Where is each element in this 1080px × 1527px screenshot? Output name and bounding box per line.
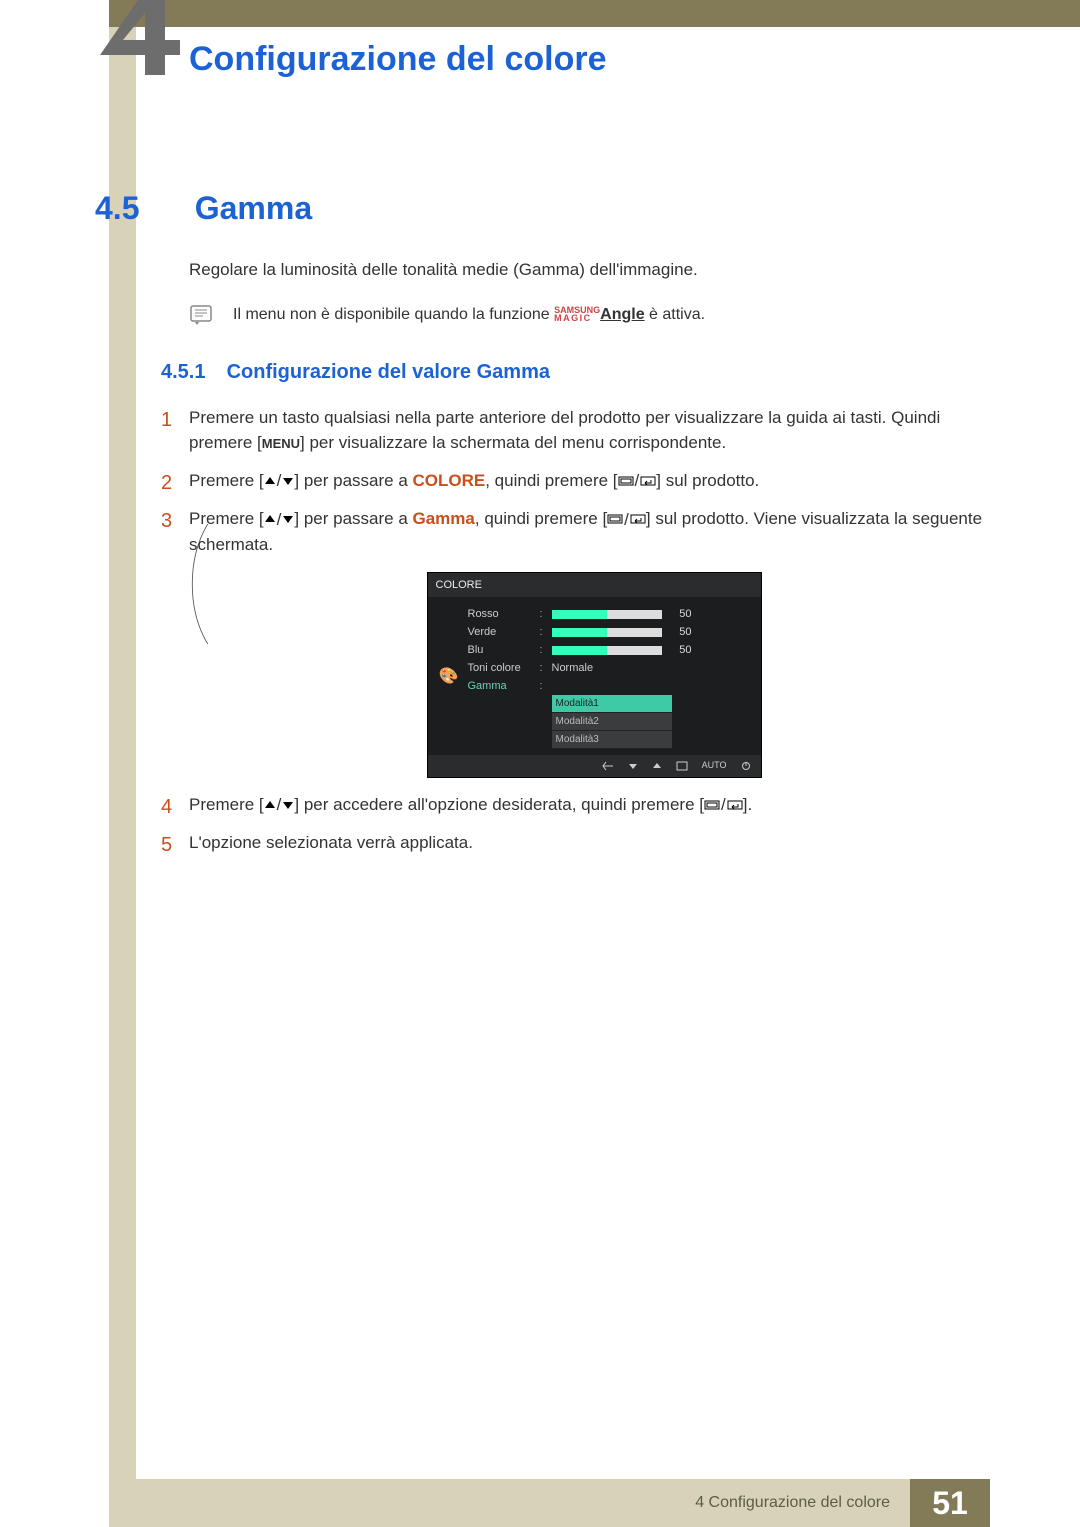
osd-screenshot: COLORE 🎨 Rosso: 50 <box>427 572 762 778</box>
up-down-icon: / <box>264 507 295 533</box>
intro-text: Regolare la luminosità delle tonalità me… <box>189 257 999 283</box>
osd-row-rosso: Rosso: 50 <box>468 605 751 623</box>
chapter-number-graphic <box>90 0 200 85</box>
section-heading: 4.5 Gamma <box>95 190 995 227</box>
osd-row-blu: Blu: 50 <box>468 641 751 659</box>
note-text: Il menu non è disponibile quando la funz… <box>233 303 705 327</box>
osd-row-gamma: Gamma: <box>468 677 751 695</box>
page-footer: 4 Configurazione del colore 51 <box>0 1479 1080 1527</box>
step-1: 1 Premere un tasto qualsiasi nella parte… <box>189 405 999 456</box>
step-5: 5 L'opzione selezionata verrà applicata. <box>189 830 999 856</box>
left-bar <box>109 27 136 1527</box>
enter-return-icon: / <box>618 468 657 494</box>
chapter-title: Configurazione del colore <box>189 40 606 79</box>
step-4: 4 Premere [ / ] per accedere all'opzione… <box>189 792 999 818</box>
note-pre: Il menu non è disponibile quando la funz… <box>233 306 554 323</box>
osd-option: Modalità3 <box>552 731 672 749</box>
auto-label: AUTO <box>702 759 727 773</box>
palette-icon: 🎨 <box>439 665 459 689</box>
osd-curve-line <box>189 524 211 644</box>
footer-page-number: 51 <box>910 1479 990 1527</box>
enter-icon <box>676 761 688 771</box>
section-number: 4.5 <box>95 190 190 227</box>
note-icon <box>189 303 213 327</box>
gamma-highlight: Gamma <box>413 509 475 528</box>
section-title: Gamma <box>195 190 312 226</box>
osd-option: Modalità1 <box>552 695 672 713</box>
step-3: 3 Premere [ / ] per passare a Gamma, qui… <box>189 506 999 778</box>
slider-blu <box>552 646 662 655</box>
enter-return-icon: / <box>607 507 646 533</box>
osd-title: COLORE <box>428 573 761 598</box>
step-2: 2 Premere [ / ] per passare a COLORE, qu… <box>189 468 999 494</box>
slider-verde <box>552 628 662 637</box>
subsection-title: Configurazione del valore Gamma <box>227 361 550 383</box>
colore-highlight: COLORE <box>413 471 486 490</box>
subsection-number: 4.5.1 <box>161 357 221 387</box>
top-bar <box>109 0 1080 27</box>
note-post: è attiva. <box>645 306 705 323</box>
back-icon <box>602 761 614 771</box>
step-number: 1 <box>161 405 172 435</box>
up-icon <box>652 761 662 771</box>
note: Il menu non è disponibile quando la funz… <box>189 303 999 327</box>
angle-word: Angle <box>600 306 644 323</box>
subsection-heading: 4.5.1 Configurazione del valore Gamma <box>161 357 999 387</box>
samsung-magic-logo: SAMSUNGMAGIC <box>554 306 600 322</box>
step-number: 2 <box>161 468 172 498</box>
osd-footer: AUTO <box>428 755 761 777</box>
footer-chapter-label: 4 Configurazione del colore <box>136 1479 910 1527</box>
step-number: 5 <box>161 830 172 860</box>
slider-rosso <box>552 610 662 619</box>
up-down-icon: / <box>264 792 295 818</box>
steps-list: 1 Premere un tasto qualsiasi nella parte… <box>189 405 999 856</box>
osd-row-verde: Verde: 50 <box>468 623 751 641</box>
up-down-icon: / <box>264 468 295 494</box>
down-icon <box>628 761 638 771</box>
menu-keyword: MENU <box>262 436 300 451</box>
power-icon <box>741 761 751 771</box>
step-number: 4 <box>161 792 172 822</box>
osd-option: Modalità2 <box>552 713 672 731</box>
enter-return-icon: / <box>704 792 743 818</box>
step-number: 3 <box>161 506 172 536</box>
osd-gamma-options: Modalità1 Modalità2 Modalità3 <box>552 695 672 749</box>
osd-row-toni: Toni colore: Normale <box>468 659 751 677</box>
